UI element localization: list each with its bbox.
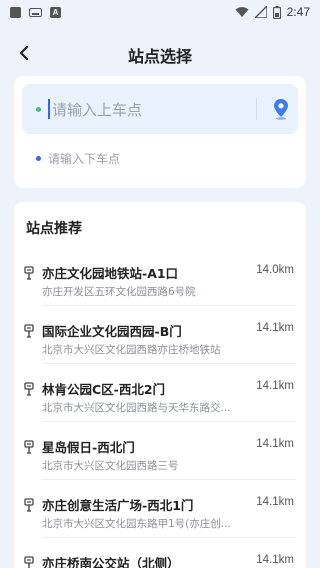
signal-icon: [254, 6, 267, 18]
dropoff-dot: [36, 156, 41, 161]
status-bar: A 2:47: [0, 0, 320, 24]
wifi-icon: [235, 7, 249, 17]
location-pin-icon: [274, 99, 288, 120]
bus-stop-icon: [24, 324, 34, 338]
station-item[interactable]: 亦庄文化园地铁站-A1口 14.0km 亦庄开发区五环文化园西路6号院: [14, 248, 306, 306]
top-bar: 站点选择: [0, 32, 320, 76]
station-address: 亦庄开发区五环文化园西路6号院: [42, 286, 196, 298]
section-title: 站点推荐: [26, 221, 82, 237]
a-notification-icon: A: [50, 6, 61, 18]
page-title: 站点选择: [127, 47, 192, 66]
pickup-placeholder: 请输入上车点: [52, 101, 143, 119]
station-address: 北京市大兴区文化园西路三号: [42, 460, 179, 472]
station-item[interactable]: 亦庄创意生活广场-西北1门 14.1km 北京市大兴区文化园东路甲1号(亦庄创.…: [14, 480, 306, 538]
keyboard-icon: [29, 7, 42, 17]
station-name: 国际企业文化园西园-B门: [42, 324, 182, 339]
bus-stop-icon: [24, 498, 34, 512]
station-address: 北京市大兴区文化园西路与天华东路交...: [42, 402, 231, 414]
battery-icon: [272, 5, 281, 19]
dropoff-input[interactable]: 请输入下车点: [48, 150, 120, 167]
station-item[interactable]: 星岛假日-西北门 14.1km 北京市大兴区文化园西路三号: [14, 422, 306, 480]
station-name: 亦庄桥南公交站（北侧）: [42, 556, 180, 568]
divider: [256, 98, 257, 120]
station-distance: 14.0km: [256, 264, 294, 276]
status-time: 2:47: [286, 5, 310, 19]
bus-stop-icon: [24, 556, 34, 568]
station-item[interactable]: 林肯公园C区-西北2门 14.1km 北京市大兴区文化园西路与天华东路交...: [14, 364, 306, 422]
station-address: 北京市大兴区文化园东路甲1号(亦庄创...: [42, 518, 231, 530]
station-item[interactable]: 亦庄桥南公交站（北侧） 14.1km: [14, 538, 306, 568]
bus-stop-icon: [24, 266, 34, 280]
pickup-input[interactable]: 请输入上车点: [22, 84, 298, 134]
route-input-card: 请输入上车点 请输入下车点: [14, 76, 306, 188]
station-item[interactable]: 国际企业文化园西园-B门 14.1km 北京市大兴区文化园西路亦庄桥地铁站: [14, 306, 306, 364]
station-distance: 14.1km: [256, 322, 294, 334]
station-address: 北京市大兴区文化园西路亦庄桥地铁站: [42, 344, 221, 356]
bus-stop-icon: [24, 382, 34, 396]
locate-button[interactable]: [268, 94, 294, 124]
station-name: 亦庄创意生活广场-西北1门: [42, 498, 194, 513]
pickup-dot: [36, 107, 41, 112]
station-distance: 14.1km: [256, 380, 294, 392]
station-name: 林肯公园C区-西北2门: [42, 382, 166, 397]
station-distance: 14.1km: [256, 496, 294, 508]
station-recommend-card: 站点推荐 亦庄文化园地铁站-A1口 14.0km 亦庄开发区五环文化园西路6号院…: [14, 202, 306, 568]
station-distance: 14.1km: [256, 438, 294, 450]
text-cursor: [48, 99, 50, 119]
bus-stop-icon: [24, 440, 34, 454]
station-name: 星岛假日-西北门: [42, 440, 135, 455]
station-name: 亦庄文化园地铁站-A1口: [42, 266, 179, 281]
station-distance: 14.1km: [256, 554, 294, 566]
app-notification-icon: [10, 6, 21, 18]
